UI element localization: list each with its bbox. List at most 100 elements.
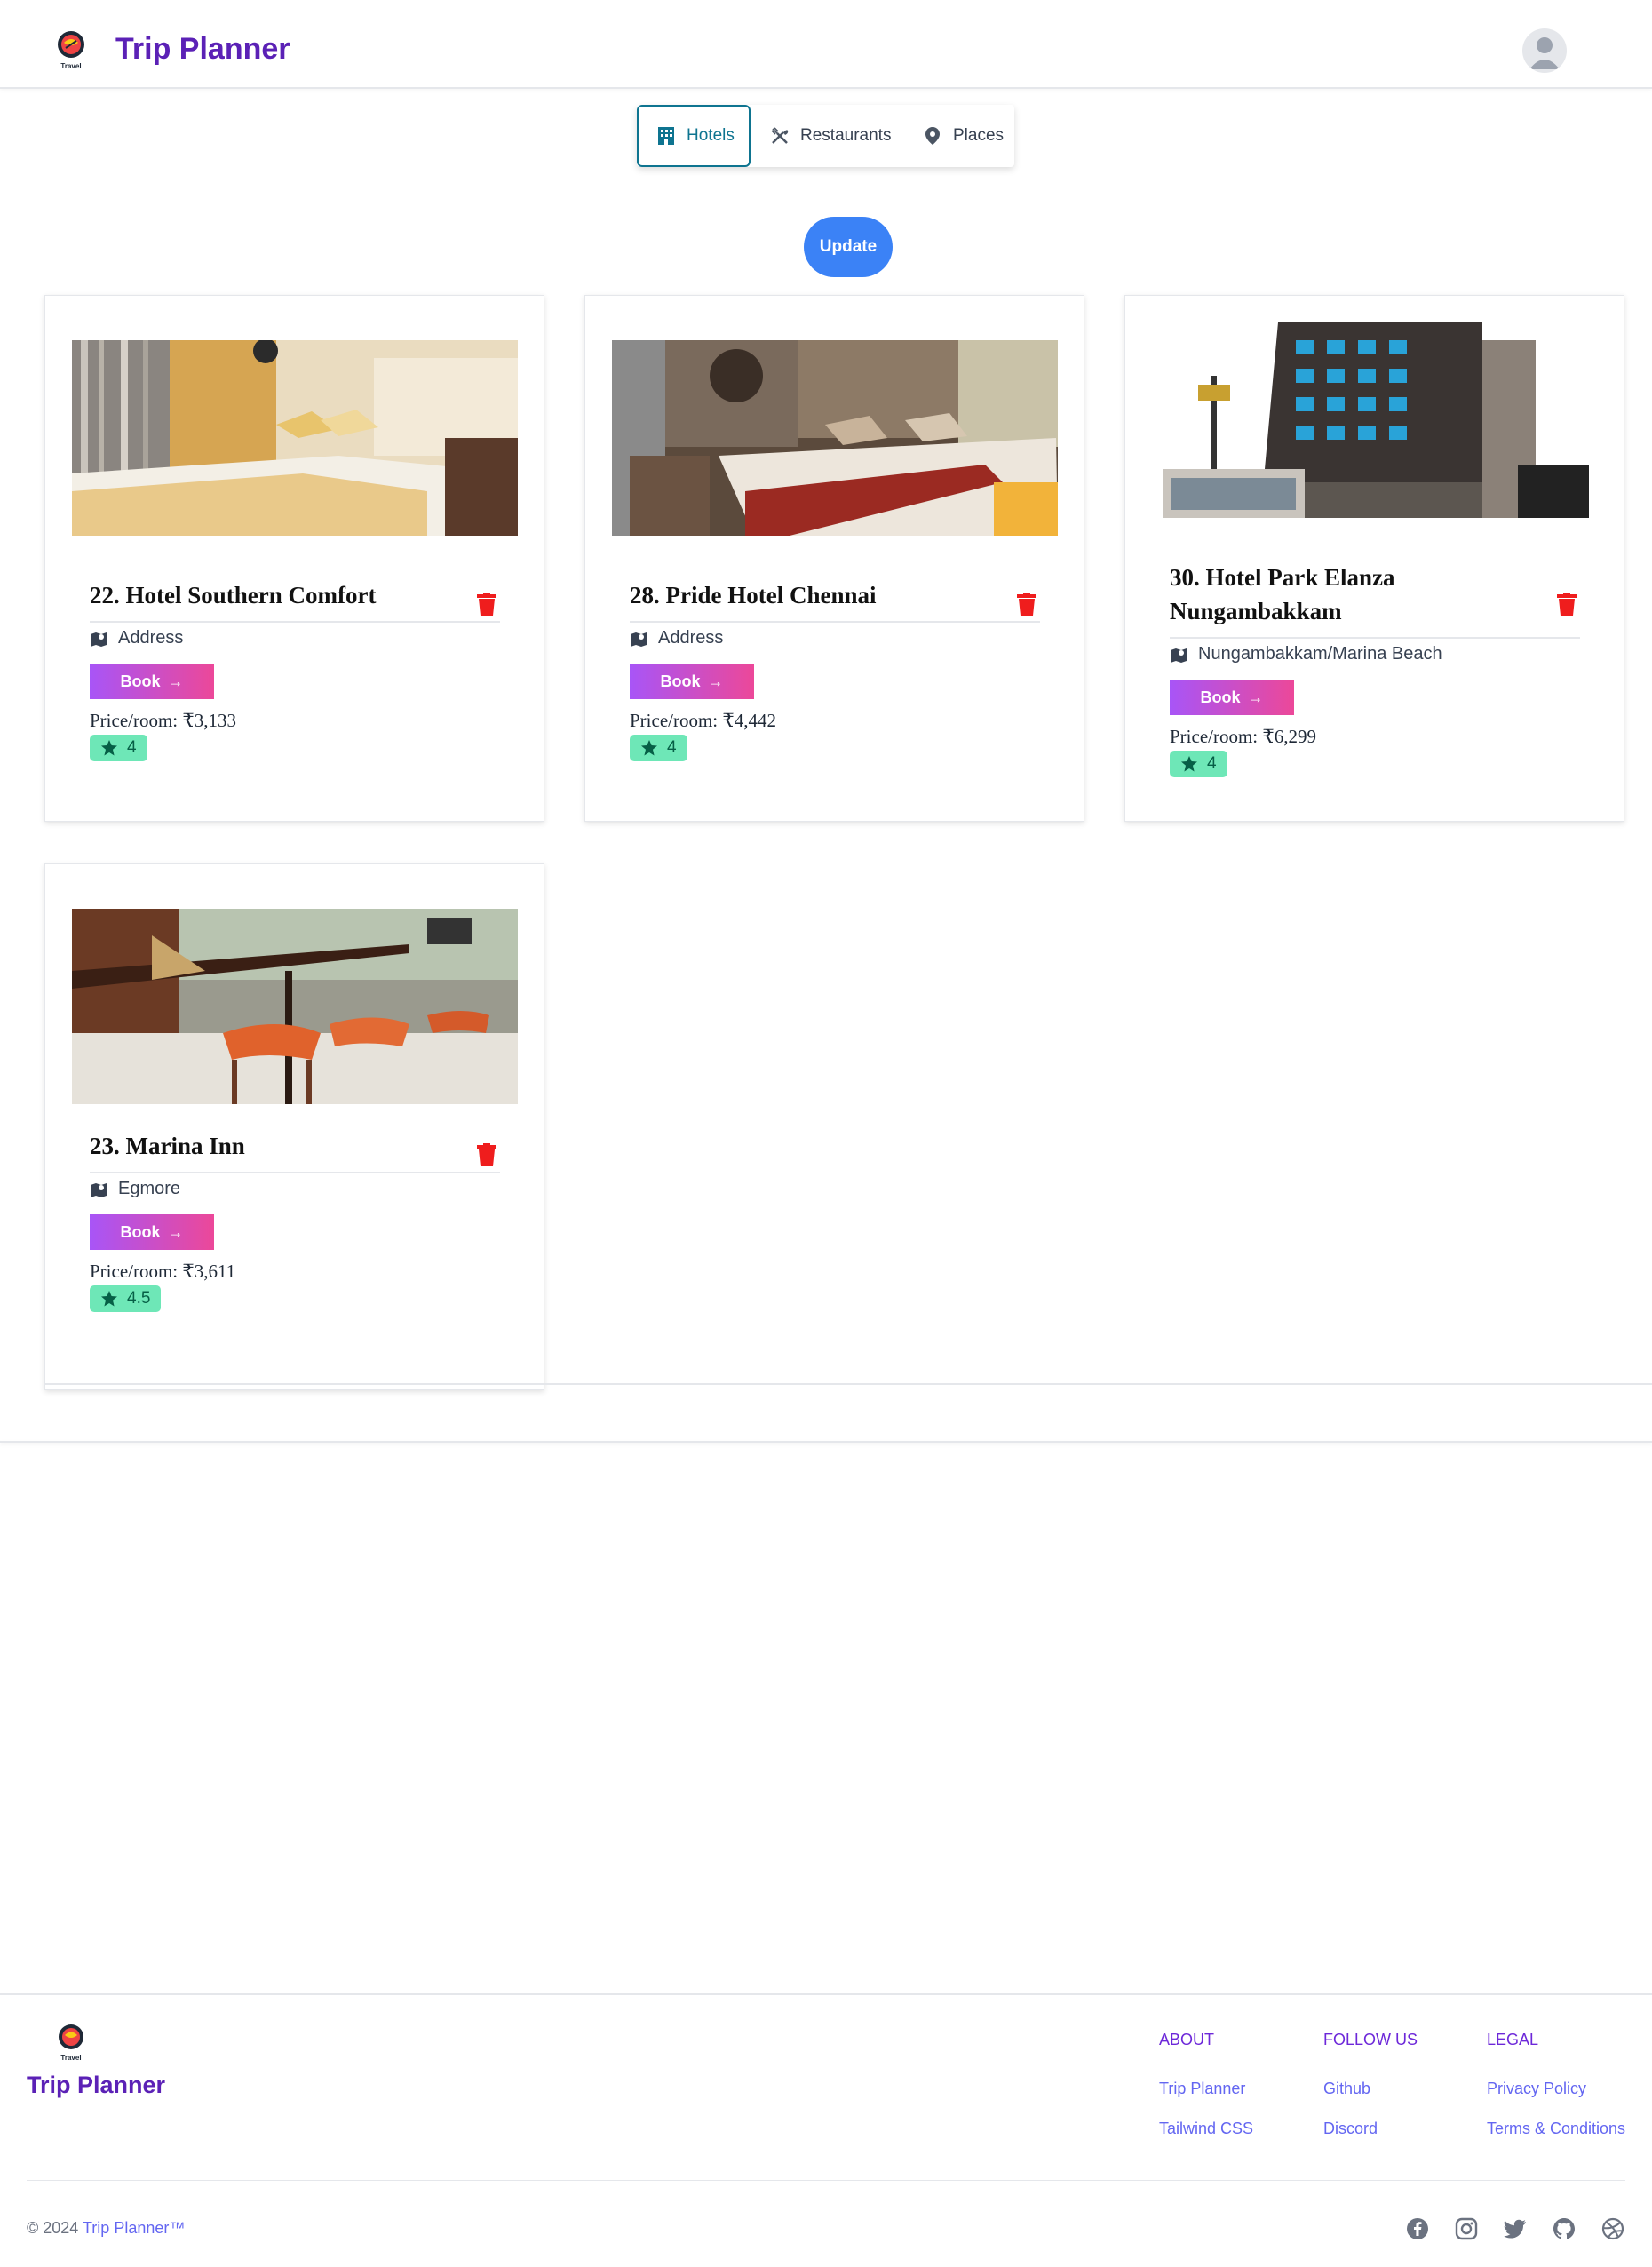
hotel-card: 30. Hotel Park Elanza Nungambakkam Nunga… [1124, 295, 1624, 822]
app-title[interactable]: Trip Planner [115, 32, 290, 67]
rating-badge: 4 [630, 735, 687, 761]
hotel-photo [1163, 322, 1589, 518]
github-icon[interactable] [1553, 2217, 1576, 2240]
tab-restaurants[interactable]: Restaurants [770, 105, 891, 167]
rating-value: 4 [1207, 754, 1217, 773]
tab-label: Places [953, 126, 1005, 145]
delete-icon[interactable] [1017, 593, 1036, 616]
star-icon [1181, 756, 1197, 772]
tab-places[interactable]: Places [923, 105, 1004, 167]
divider [1170, 637, 1580, 639]
copyright-link[interactable]: Trip Planner™ [83, 2219, 185, 2237]
price-value: ₹3,133 [182, 710, 237, 731]
building-icon [658, 127, 674, 145]
footer: Travel Trip Planner About Trip Planner T… [0, 1993, 1652, 2267]
top-navbar: Travel Trip Planner [0, 0, 1652, 89]
footer-link[interactable]: Trip Planner [1159, 2080, 1253, 2098]
travel-logo[interactable]: Travel [52, 28, 91, 71]
rating-badge: 4.5 [90, 1285, 162, 1312]
star-icon [101, 1291, 117, 1307]
price-label: Price/room: [90, 1261, 183, 1282]
footer-link[interactable]: Terms & Conditions [1487, 2120, 1625, 2138]
hotel-price: Price/room: ₹6,299 [1170, 726, 1316, 748]
address-text: Nungambakkam/Marina Beach [1198, 644, 1442, 664]
price-label: Price/room: [90, 710, 183, 731]
hotel-address: Nungambakkam/Marina Beach [1170, 644, 1442, 664]
delete-icon[interactable] [477, 593, 496, 616]
tab-label: Hotels [687, 126, 735, 145]
hotel-price: Price/room: ₹3,133 [90, 710, 236, 732]
book-button[interactable]: Book → [90, 664, 214, 699]
footer-heading: Legal [1487, 2031, 1539, 2048]
divider [630, 621, 1040, 623]
user-avatar[interactable] [1522, 28, 1567, 73]
book-label: Book [120, 1222, 161, 1241]
book-button[interactable]: Book → [1170, 680, 1294, 715]
hotel-card: 23. Marina Inn Egmore Book → Price/room: … [44, 863, 544, 1390]
hotel-card: 22. Hotel Southern Comfort Address Book →… [44, 295, 544, 822]
book-button[interactable]: Book → [90, 1214, 214, 1250]
copyright-text: © 2024 [27, 2219, 83, 2237]
hotel-photo [72, 340, 518, 536]
svg-text:Travel: Travel [60, 62, 81, 70]
content-bottom-border [0, 1441, 1652, 1443]
copyright: © 2024 Trip Planner™ [27, 2219, 185, 2238]
book-label: Book [1200, 688, 1241, 706]
price-value: ₹3,611 [182, 1261, 236, 1282]
arrow-right-icon: → [1247, 688, 1264, 706]
book-label: Book [660, 672, 701, 690]
delete-icon[interactable] [477, 1143, 496, 1166]
map-icon [631, 632, 647, 647]
facebook-icon[interactable] [1406, 2217, 1429, 2240]
travel-logo[interactable]: Travel [53, 2022, 89, 2063]
map-icon [91, 1182, 107, 1197]
hotel-title: 23. Marina Inn [90, 1133, 245, 1159]
hotel-address: Egmore [90, 1179, 180, 1199]
map-icon [1171, 648, 1187, 663]
star-icon [641, 740, 657, 756]
footer-heading: Follow us [1323, 2031, 1418, 2048]
instagram-icon[interactable] [1455, 2217, 1478, 2240]
twitter-icon[interactable] [1504, 2217, 1527, 2240]
star-icon [101, 740, 117, 756]
footer-link[interactable]: Privacy Policy [1487, 2080, 1625, 2098]
hotel-photo [72, 909, 518, 1104]
hotel-price: Price/room: ₹3,611 [90, 1261, 235, 1283]
svg-text:Travel: Travel [60, 2054, 81, 2062]
footer-column-legal: Legal Privacy Policy Terms & Conditions [1487, 2031, 1625, 2160]
divider [27, 2180, 1625, 2181]
rating-badge: 4 [1170, 751, 1227, 777]
book-label: Book [120, 672, 161, 690]
map-pin-icon [925, 127, 940, 145]
price-value: ₹6,299 [1262, 726, 1317, 747]
footer-link[interactable]: Discord [1323, 2120, 1418, 2138]
hotel-title: 30. Hotel Park Elanza Nungambakkam [1170, 564, 1395, 624]
price-label: Price/room: [630, 710, 723, 731]
hotel-price: Price/room: ₹4,442 [630, 710, 776, 732]
tab-hotels[interactable]: Hotels [637, 105, 751, 167]
arrow-right-icon: → [167, 1222, 184, 1241]
footer-column-follow: Follow us Github Discord [1323, 2031, 1418, 2160]
footer-brand[interactable]: Trip Planner [27, 2072, 165, 2099]
footer-link[interactable]: Tailwind CSS [1159, 2120, 1253, 2138]
footer-column-about: About Trip Planner Tailwind CSS [1159, 2031, 1253, 2160]
hotel-address: Address [630, 628, 723, 648]
rating-badge: 4 [90, 735, 147, 761]
address-text: Egmore [118, 1179, 181, 1198]
price-value: ₹4,442 [722, 710, 777, 731]
book-button[interactable]: Book → [630, 664, 754, 699]
dribbble-icon[interactable] [1601, 2217, 1624, 2240]
arrow-right-icon: → [707, 672, 724, 690]
footer-heading: About [1159, 2031, 1215, 2048]
rating-value: 4.5 [127, 1289, 151, 1308]
divider [44, 1383, 1652, 1385]
price-label: Price/room: [1170, 726, 1263, 747]
arrow-right-icon: → [167, 672, 184, 690]
hotel-photo [612, 340, 1058, 536]
update-button[interactable]: Update [804, 217, 893, 277]
hotel-card: 28. Pride Hotel Chennai Address Book → Pr… [584, 295, 1084, 822]
footer-link[interactable]: Github [1323, 2080, 1418, 2098]
hotel-title: 22. Hotel Southern Comfort [90, 582, 377, 609]
category-tabs: Hotels Restaurants Places [637, 105, 1014, 167]
delete-icon[interactable] [1557, 593, 1577, 616]
